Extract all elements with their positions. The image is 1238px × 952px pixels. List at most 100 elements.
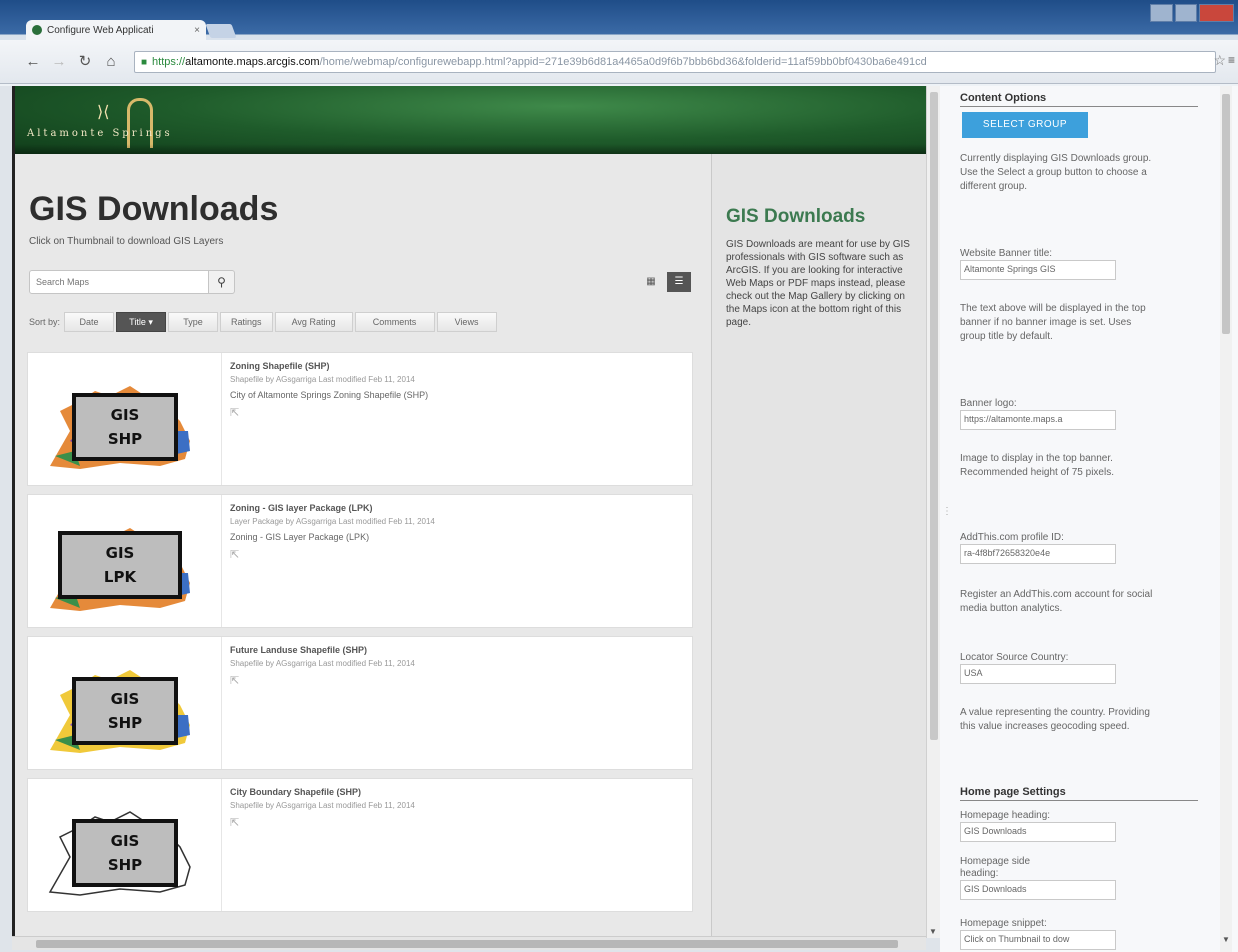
- address-bar[interactable]: ■ https:// altamonte.maps.arcgis.com /ho…: [134, 51, 1216, 73]
- sort-avg-rating-button[interactable]: Avg Rating: [274, 312, 353, 332]
- star-icon[interactable]: ☆: [1213, 52, 1226, 69]
- tab-strip: Configure Web Applicati ×: [0, 0, 1238, 40]
- select-group-button[interactable]: SELECT GROUP: [962, 112, 1088, 138]
- share-icon[interactable]: ⇱: [230, 406, 680, 419]
- homepage-heading-field: Homepage heading: GIS Downloads: [960, 810, 1116, 842]
- scroll-down-icon[interactable]: ▼: [1222, 935, 1230, 944]
- item-description: City of Altamonte Springs Zoning Shapefi…: [230, 390, 429, 400]
- item-meta: Layer Package by AGsgarriga Last modifie…: [230, 517, 435, 526]
- search-box: ⚲: [29, 270, 235, 294]
- banner-logo-input[interactable]: https://altamonte.maps.a: [960, 410, 1116, 430]
- close-window-button[interactable]: [1199, 4, 1235, 22]
- tab-close-icon[interactable]: ×: [194, 25, 200, 36]
- scrollbar-thumb[interactable]: [930, 92, 938, 740]
- list-item: GIS LPK Zoning - GIS layer Package (LPK)…: [27, 494, 693, 628]
- browser-tab[interactable]: Configure Web Applicati ×: [26, 20, 206, 40]
- side-title: GIS Downloads: [726, 206, 866, 227]
- badge-line1: GIS: [110, 832, 140, 850]
- url-path: /home/webmap/configurewebapp.html?appid=…: [319, 56, 927, 68]
- menu-icon[interactable]: ≡: [1228, 53, 1236, 69]
- addthis-label: AddThis.com profile ID:: [960, 532, 1064, 543]
- banner-title-input[interactable]: Altamonte Springs GIS: [960, 260, 1116, 280]
- item-list: GIS SHP Zoning Shapefile (SHP) Shapefile…: [27, 352, 693, 920]
- homepage-heading-input[interactable]: GIS Downloads: [960, 822, 1116, 842]
- sort-views-button[interactable]: Views: [436, 312, 497, 332]
- search-icon[interactable]: ⚲: [209, 270, 235, 294]
- item-meta: Shapefile by AGsgarriga Last modified Fe…: [230, 801, 415, 810]
- sort-comments-button[interactable]: Comments: [354, 312, 435, 332]
- item-title[interactable]: Zoning - GIS layer Package (LPK): [230, 503, 680, 513]
- item-title[interactable]: Zoning Shapefile (SHP): [230, 361, 680, 371]
- addthis-note: Register an AddThis.com account for soci…: [960, 589, 1153, 614]
- item-divider: [221, 637, 222, 769]
- forward-arrow-icon[interactable]: →: [50, 53, 68, 71]
- vertical-scrollbar[interactable]: ▼: [926, 86, 940, 938]
- locator-input[interactable]: USA: [960, 664, 1116, 684]
- home-icon[interactable]: ⌂: [102, 53, 120, 71]
- browser-toolbar: ← → ↻ ⌂ ■ https:// altamonte.maps.arcgis…: [0, 40, 1238, 84]
- item-thumbnail[interactable]: GIS LPK: [34, 503, 220, 621]
- bird-icon: ⟩⟨: [97, 104, 110, 121]
- lock-icon: ■: [141, 56, 148, 68]
- item-divider: [221, 353, 222, 485]
- new-tab-button[interactable]: [205, 24, 237, 38]
- url-host: altamonte.maps.arcgis.com: [185, 56, 320, 68]
- banner-logo-field: Banner logo: https://altamonte.maps.a: [960, 398, 1116, 430]
- site-logo[interactable]: ⟩⟨ Altamonte Springs: [27, 98, 257, 148]
- view-toggle: ▦ ☰: [635, 272, 691, 292]
- grid-view-icon[interactable]: ▦: [639, 272, 663, 292]
- item-thumbnail[interactable]: GIS SHP: [34, 645, 220, 763]
- sort-type-button[interactable]: Type: [168, 312, 219, 332]
- search-input[interactable]: [29, 270, 209, 294]
- gis-badge: GIS SHP: [72, 677, 178, 745]
- scrollbar-thumb[interactable]: [1222, 94, 1230, 334]
- addthis-input[interactable]: ra-4f8bf72658320e4e: [960, 544, 1116, 564]
- locator-note: A value representing the country. Provid…: [960, 707, 1150, 732]
- sort-label: Sort by:: [29, 317, 61, 327]
- homepage-snippet-field: Homepage snippet: Click on Thumbnail to …: [960, 918, 1116, 950]
- group-note: Currently displaying GIS Downloads group…: [960, 153, 1152, 192]
- share-icon[interactable]: ⇱: [230, 548, 680, 561]
- minimize-button[interactable]: [1150, 4, 1173, 22]
- maximize-button[interactable]: [1174, 4, 1198, 22]
- url-scheme: https://: [152, 56, 186, 68]
- config-scrollbar[interactable]: ▼: [1220, 86, 1232, 952]
- page-subtitle: Click on Thumbnail to download GIS Layer…: [29, 236, 224, 247]
- item-thumbnail[interactable]: GIS SHP: [34, 787, 220, 905]
- item-title[interactable]: Future Landuse Shapefile (SHP): [230, 645, 680, 655]
- horizontal-scrollbar[interactable]: [12, 936, 926, 950]
- share-icon[interactable]: ⇱: [230, 674, 680, 687]
- item-info: Zoning Shapefile (SHP) Shapefile by AGsg…: [230, 361, 680, 419]
- homepage-side-heading-field: Homepage side heading: GIS Downloads: [960, 856, 1116, 900]
- tab-title: Configure Web Applicati: [47, 24, 154, 36]
- back-arrow-icon[interactable]: ←: [24, 53, 42, 71]
- addthis-field: AddThis.com profile ID: ra-4f8bf72658320…: [960, 532, 1116, 564]
- item-description: Zoning - GIS Layer Package (LPK): [230, 532, 370, 542]
- resize-grip-icon[interactable]: ⋮: [942, 506, 952, 517]
- homepage-side-heading-input[interactable]: GIS Downloads: [960, 880, 1116, 900]
- sort-date-button[interactable]: Date: [64, 312, 115, 332]
- favicon-icon: [32, 25, 42, 35]
- sort-ratings-button[interactable]: Ratings: [220, 312, 273, 332]
- content-options-heading: Content Options: [960, 92, 1198, 107]
- item-thumbnail[interactable]: GIS SHP: [34, 361, 220, 479]
- homepage-snippet-input[interactable]: Click on Thumbnail to dow: [960, 930, 1116, 950]
- list-item: GIS SHP City Boundary Shapefile (SHP) Sh…: [27, 778, 693, 912]
- item-meta: Shapefile by AGsgarriga Last modified Fe…: [230, 375, 415, 384]
- tower-icon: [127, 98, 153, 148]
- item-title[interactable]: City Boundary Shapefile (SHP): [230, 787, 680, 797]
- badge-line2: SHP: [107, 430, 143, 448]
- list-item: GIS SHP Zoning Shapefile (SHP) Shapefile…: [27, 352, 693, 486]
- badge-line1: GIS: [110, 690, 140, 708]
- sort-title-button[interactable]: Title ▾: [116, 312, 167, 332]
- list-view-icon[interactable]: ☰: [667, 272, 691, 292]
- badge-line2: SHP: [107, 856, 143, 874]
- scrollbar-thumb[interactable]: [36, 940, 898, 948]
- page-title: GIS Downloads: [29, 190, 279, 228]
- scroll-down-icon[interactable]: ▼: [929, 927, 937, 936]
- reload-icon[interactable]: ↻: [76, 53, 94, 71]
- share-icon[interactable]: ⇱: [230, 816, 680, 829]
- banner-title-note: The text above will be displayed in the …: [960, 303, 1146, 342]
- banner-logo-label: Banner logo:: [960, 398, 1017, 409]
- sort-bar: Sort by: Date Title ▾ Type Ratings Avg R…: [29, 310, 499, 334]
